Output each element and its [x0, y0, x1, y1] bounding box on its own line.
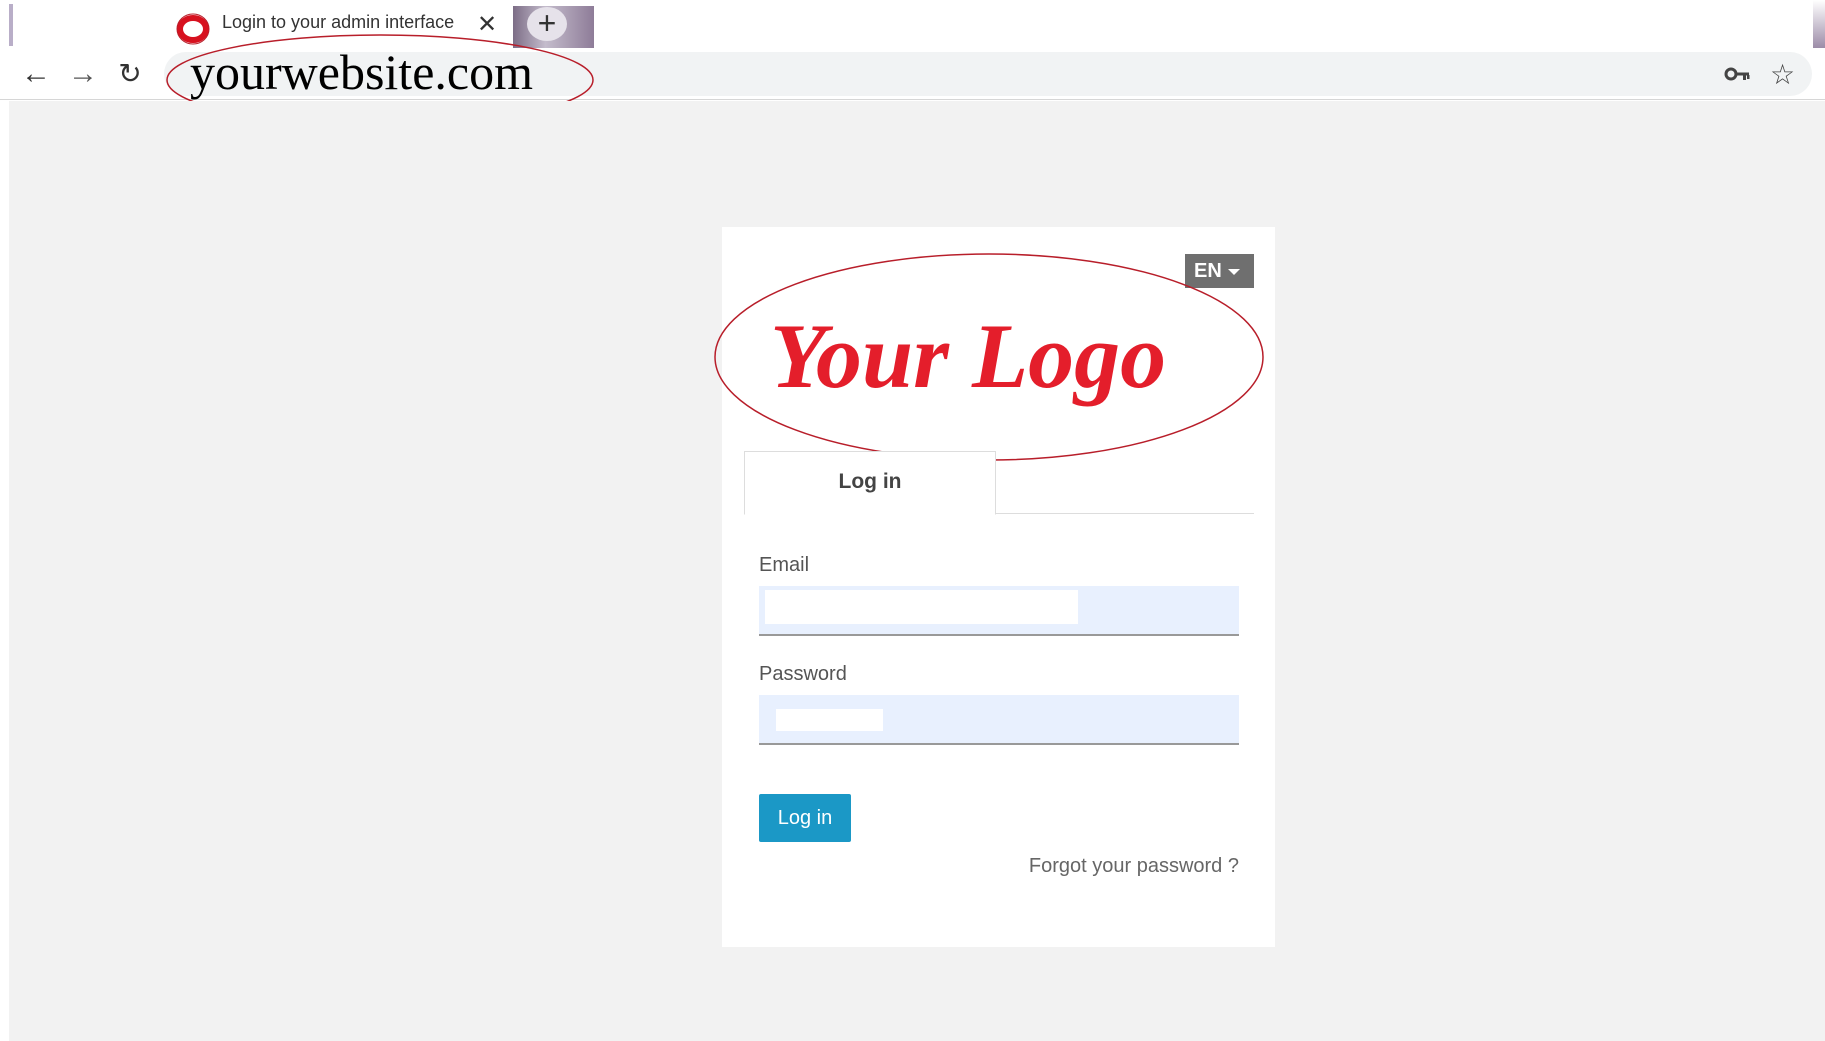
- language-selected: EN: [1194, 260, 1222, 282]
- new-tab-area: +: [513, 6, 594, 48]
- email-label: Email: [759, 554, 810, 576]
- tab-close-icon[interactable]: ✕: [477, 10, 497, 39]
- address-bar[interactable]: yourwebsite.com: [164, 44, 1812, 100]
- back-arrow-icon[interactable]: ←: [18, 56, 54, 92]
- tab-log-in[interactable]: Log in: [744, 451, 996, 515]
- window-edge-right: [1813, 0, 1825, 48]
- reload-icon[interactable]: ↻: [112, 56, 148, 92]
- log-in-button[interactable]: Log in: [759, 794, 851, 842]
- login-card: EN Your Logo Log in Email Password Log i…: [714, 227, 1275, 947]
- logo: Your Logo: [770, 305, 1167, 407]
- login-tabs: Log in: [744, 451, 1254, 515]
- email-autofill-overlay: [765, 590, 1078, 624]
- language-dropdown[interactable]: EN: [1185, 254, 1254, 288]
- bookmark-star-icon[interactable]: ☆: [1770, 58, 1795, 91]
- forgot-password-link[interactable]: Forgot your password ?: [1008, 855, 1239, 878]
- page-background: EN Your Logo Log in Email Password Log i…: [9, 101, 1825, 1041]
- password-autofill-overlay: [776, 709, 883, 731]
- caret-down-icon: [1227, 268, 1240, 275]
- tab-title: Login to your admin interface: [222, 12, 455, 32]
- favicon-red-ring-icon: [176, 13, 210, 45]
- forward-arrow-icon[interactable]: →: [65, 56, 101, 92]
- browser-tab-strip: Login to your admin interface ✕ +: [0, 0, 1825, 48]
- key-icon[interactable]: [1724, 60, 1752, 88]
- browser-toolbar: ← → ↻ yourwebsite.com: [0, 44, 1825, 100]
- password-field[interactable]: [759, 695, 1239, 745]
- browser-tab[interactable]: Login to your admin interface ✕: [170, 6, 510, 48]
- address-url: yourwebsite.com: [190, 44, 533, 100]
- password-label: Password: [759, 663, 847, 685]
- window-edge: [9, 4, 13, 46]
- new-tab-button[interactable]: +: [527, 7, 567, 41]
- email-field[interactable]: [759, 586, 1239, 636]
